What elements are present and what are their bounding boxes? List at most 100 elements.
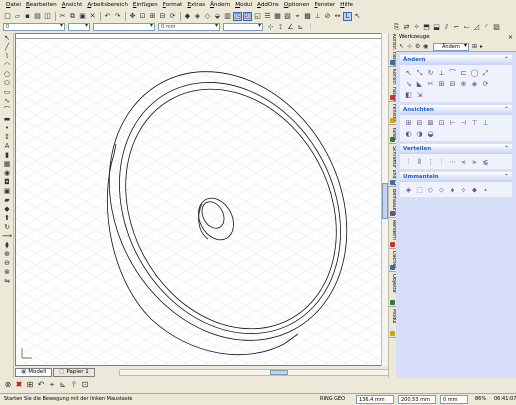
extrude-tool-icon[interactable]: ⬆ — [2, 214, 12, 222]
ortho-toggle-icon[interactable]: ⊾ — [58, 380, 68, 390]
polyline-tool-icon[interactable]: ⌇ — [2, 52, 12, 60]
pointer-icon[interactable]: ↖ — [2, 34, 12, 42]
view-front-icon[interactable]: ◰ — [243, 11, 252, 21]
loft-tool-icon[interactable]: ⧫ — [2, 241, 12, 249]
solid-tool-icon[interactable]: ◆ — [2, 205, 12, 213]
zoom-window-icon[interactable]: ⊡ — [138, 12, 147, 21]
tool-icon[interactable]: ⬚ — [414, 185, 425, 195]
measure-icon[interactable]: ⊾ — [296, 23, 305, 32]
tool-icon[interactable]: ⫴ — [414, 157, 425, 167]
tool-icon[interactable]: ⬧ — [447, 185, 458, 195]
offset-icon[interactable]: ⫽ — [442, 23, 451, 32]
tool-icon[interactable]: ⬥ — [469, 185, 480, 195]
text-tool-icon[interactable]: A — [2, 142, 12, 150]
tool-icon[interactable]: ⊏ — [458, 68, 469, 78]
undo-small-icon[interactable]: ↶ — [36, 380, 46, 390]
panel-tools-icon[interactable]: ⚙ — [415, 43, 422, 50]
menu-ändern[interactable]: Ändern — [210, 2, 230, 8]
tool-section-header[interactable]: Ansichten ⌃ — [400, 105, 512, 115]
menu-hilfe[interactable]: Hilfe — [340, 2, 353, 8]
explode-icon[interactable]: ✧ — [412, 23, 421, 32]
menu-optionen[interactable]: Optionen — [284, 2, 310, 8]
subtract-tool-icon[interactable]: ⊖ — [2, 259, 12, 267]
curve-tool-icon[interactable]: ∿ — [2, 97, 12, 105]
print-preview-icon[interactable]: ◫ — [43, 12, 52, 21]
tool-section-header[interactable]: Ändern ⌃ — [400, 55, 512, 65]
symbol-tool-icon[interactable]: ◉ — [2, 169, 12, 177]
tool-icon[interactable]: ⊕ — [458, 79, 469, 89]
open-file-icon[interactable]: ▱ — [13, 12, 22, 21]
tool-icon[interactable]: ✂ — [425, 79, 436, 89]
tool-icon[interactable]: ⫸ — [469, 157, 480, 167]
render-icon[interactable]: ◆ — [183, 12, 192, 21]
chevron-up-icon[interactable]: ⌃ — [504, 55, 509, 65]
menu-format[interactable]: Format — [163, 2, 183, 8]
ellipse-tool-icon[interactable]: ⬭ — [2, 79, 12, 87]
tool-icon[interactable]: ⫶ — [403, 157, 414, 167]
grid-icon[interactable]: ▩ — [303, 12, 312, 21]
snap-icon[interactable]: ⌖ — [293, 12, 302, 21]
tool-icon[interactable]: ⊞ — [436, 79, 447, 89]
chevron-up-icon[interactable]: ⌃ — [504, 105, 509, 115]
menu-modul[interactable]: Modul — [235, 2, 252, 8]
tool-icon[interactable]: ◣ — [414, 79, 425, 89]
menu-fenster[interactable]: Fenster — [314, 2, 335, 8]
tool-icon[interactable]: ⊠ — [425, 118, 436, 128]
redo-icon[interactable]: ↷ — [113, 12, 122, 21]
layer-manager-icon[interactable]: ☰ — [263, 12, 272, 21]
snap-settings-icon[interactable]: ⊹ — [266, 23, 275, 32]
point-tool-icon[interactable]: • — [2, 124, 12, 132]
properties-icon[interactable]: ▦ — [273, 12, 282, 21]
library-icon[interactable]: ▧ — [283, 12, 292, 21]
tool-icon[interactable]: ⋮ — [425, 157, 436, 167]
tool-section-header[interactable]: Verteilen ⌃ — [400, 144, 512, 154]
tool-icon[interactable]: ◐ — [403, 129, 414, 139]
shade-icon[interactable]: ◈ — [193, 12, 202, 21]
lineweight-combo[interactable]: 0 mm — [158, 23, 220, 31]
group-icon[interactable]: ⬒ — [422, 23, 431, 32]
menu-addons[interactable]: AddOns — [257, 2, 279, 8]
tool-icon[interactable]: ↖ — [403, 68, 414, 78]
paste-icon[interactable]: ▣ — [78, 12, 87, 21]
hidden-line-icon[interactable]: ⬙ — [213, 12, 222, 21]
spline-tool-icon[interactable]: ⌒ — [2, 106, 12, 114]
select-tool-icon[interactable]: L — [343, 11, 352, 21]
tool-icon[interactable]: ⊢ — [447, 118, 458, 128]
style-combo[interactable] — [223, 23, 263, 31]
tool-icon[interactable]: ↻ — [425, 68, 436, 78]
help-pointer-icon[interactable]: ↖ — [353, 12, 362, 21]
panel-options-icon[interactable]: ⊞ — [472, 43, 479, 50]
chevron-up-icon[interactable]: ⌃ — [504, 172, 509, 182]
close-icon[interactable]: × — [508, 33, 513, 42]
tab-layout[interactable]: ▢ Papier 1 — [53, 368, 95, 377]
circle-tool-icon[interactable]: ○ — [2, 70, 12, 78]
menu-einfügen[interactable]: Einfügen — [133, 2, 158, 8]
new-file-icon[interactable]: □ — [3, 12, 12, 21]
menu-datei[interactable]: Datei — [6, 2, 21, 8]
tool-icon[interactable]: ⊡ — [436, 118, 447, 128]
redraw-icon[interactable]: ⟳ — [168, 12, 177, 21]
intersect-tool-icon[interactable]: ⊗ — [2, 268, 12, 276]
menu-bearbeiten[interactable]: Bearbeiten — [26, 2, 57, 8]
view-iso-icon[interactable]: ◳ — [233, 11, 242, 21]
extend-icon[interactable]: ⌙ — [462, 23, 471, 32]
tool-icon[interactable]: ⫶ — [436, 157, 447, 167]
tool-section-header[interactable]: Ummanteln ⌃ — [400, 172, 512, 182]
align-icon[interactable]: ⫶ — [306, 23, 315, 32]
snap-toggle-icon[interactable]: ⊗ — [3, 380, 13, 390]
undo-icon[interactable]: ↶ — [103, 12, 112, 21]
copy-icon[interactable]: ⧉ — [68, 12, 77, 21]
tool-icon[interactable]: ⫹ — [480, 157, 491, 167]
status-mode-labels[interactable]: RING GEO — [318, 395, 347, 404]
zoom-all-icon[interactable]: ⊞ — [148, 12, 157, 21]
hatch-tool-icon[interactable]: ▦ — [2, 160, 12, 168]
cancel-command-icon[interactable]: ✖ — [14, 380, 24, 390]
fill-tool-icon[interactable]: ▮ — [2, 151, 12, 159]
tool-icon[interactable]: ◑ — [414, 129, 425, 139]
wall-tool-icon[interactable]: ▬ — [2, 115, 12, 123]
linetype-combo[interactable] — [68, 23, 90, 31]
panel-pin-icon[interactable]: ⊹ — [407, 43, 414, 50]
angle-icon[interactable]: ∠ — [286, 23, 295, 32]
tool-icon[interactable]: ⤡ — [414, 68, 425, 78]
tool-icon[interactable]: ◈ — [469, 79, 480, 89]
